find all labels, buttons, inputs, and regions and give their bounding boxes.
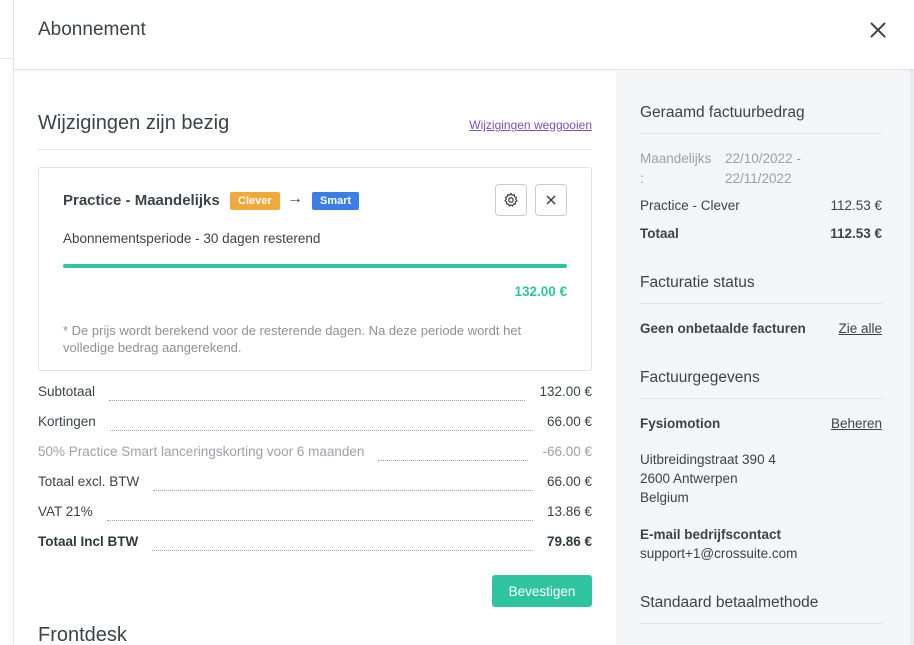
totals-row: Kortingen 66.00 € xyxy=(38,414,592,434)
plan-name: Practice - Maandelijks xyxy=(63,192,220,209)
section-title: Wijzigingen zijn bezig xyxy=(38,112,230,134)
totals-label: Totaal Incl BTW xyxy=(38,534,145,549)
billing-status-title: Facturatie status xyxy=(640,274,755,291)
totals-row: VAT 21% 13.86 € xyxy=(38,504,592,524)
billing-sidebar: Geraamd factuurbedrag Maandelijks : 22/1… xyxy=(616,70,910,645)
plan-change-card: Practice - Maandelijks Clever → Smart Ab… xyxy=(38,167,592,371)
leader-dots xyxy=(152,550,533,551)
address-line: Uitbreidingstraat 390 4 xyxy=(640,452,776,467)
leader-dots xyxy=(107,520,533,521)
background-page xyxy=(0,0,14,645)
period-label: Maandelijks xyxy=(640,151,712,166)
status-text: Geen onbetaalde facturen xyxy=(640,321,806,336)
line-value: 112.53 € xyxy=(830,198,882,213)
totals-row: Totaal Incl BTW 79.86 € xyxy=(38,534,592,554)
totals-row: Subtotaal 132.00 € xyxy=(38,384,592,404)
leader-dots xyxy=(153,490,533,491)
leader-dots xyxy=(109,400,525,401)
divider xyxy=(640,303,882,304)
period-start: 22/10/2022 - xyxy=(725,151,801,166)
divider xyxy=(640,133,882,134)
settings-button[interactable] xyxy=(495,184,527,216)
modal-title: Abonnement xyxy=(38,19,146,40)
plan-amount: 132.00 € xyxy=(514,284,567,299)
totals-label: 50% Practice Smart lanceringskorting voo… xyxy=(38,444,371,459)
confirm-button[interactable]: Bevestigen xyxy=(492,575,592,607)
divider xyxy=(38,149,592,150)
manage-link[interactable]: Beheren xyxy=(831,416,882,431)
totals-label: Totaal excl. BTW xyxy=(38,474,146,489)
subscription-period: Abonnementsperiode - 30 dagen resterend xyxy=(63,231,321,246)
company-name: Fysiomotion xyxy=(640,416,721,431)
totals-value: 13.86 € xyxy=(540,504,592,519)
address-line: Belgium xyxy=(640,490,689,505)
address-line: 2600 Antwerpen xyxy=(640,471,738,486)
old-plan-badge: Clever xyxy=(230,192,280,210)
billing-details-title: Factuurgegevens xyxy=(640,369,760,386)
payment-method-title: Standaard betaalmethode xyxy=(640,594,819,611)
totals-label: Kortingen xyxy=(38,414,102,429)
totals-label: Subtotaal xyxy=(38,384,102,399)
period-colon: : xyxy=(640,171,644,186)
totals-label: VAT 21% xyxy=(38,504,99,519)
arrow-right-icon: → xyxy=(287,190,303,207)
period-end: 22/11/2022 xyxy=(725,171,792,186)
divider xyxy=(640,398,882,399)
totals-value: 79.86 € xyxy=(540,534,592,549)
remove-change-button[interactable] xyxy=(535,184,567,216)
totals-value: -66.00 € xyxy=(536,444,592,459)
discard-changes-link[interactable]: Wijzigingen weggooien xyxy=(469,118,592,132)
period-progress-fill xyxy=(63,264,567,268)
gear-icon xyxy=(504,192,518,207)
total-value: 112.53 € xyxy=(830,226,882,241)
totals-value: 132.00 € xyxy=(533,384,592,399)
contact-email: support+1@crossuite.com xyxy=(640,546,798,561)
period-progress xyxy=(63,264,567,268)
close-icon[interactable] xyxy=(866,18,890,42)
divider xyxy=(640,623,882,624)
modal-header: Abonnement xyxy=(14,0,914,70)
see-all-link[interactable]: Zie alle xyxy=(838,321,882,336)
email-label: E-mail bedrijfscontact xyxy=(640,527,782,542)
x-icon xyxy=(546,195,556,205)
estimate-title: Geraamd factuurbedrag xyxy=(640,104,805,121)
subscription-modal: Abonnement Wijzigingen zijn bezig Wijzig… xyxy=(14,0,914,645)
leader-dots xyxy=(110,430,533,431)
leader-dots xyxy=(378,460,528,461)
totals-value: 66.00 € xyxy=(540,414,592,429)
totals-value: 66.00 € xyxy=(540,474,592,489)
totals-row: 50% Practice Smart lanceringskorting voo… xyxy=(38,444,592,464)
line-label: Practice - Clever xyxy=(640,198,740,213)
changes-panel: Wijzigingen zijn bezig Wijzigingen weggo… xyxy=(14,70,616,645)
background-scroll-edge xyxy=(910,70,914,645)
price-note: * De prijs wordt berekend voor de rester… xyxy=(63,323,522,355)
totals-row: Totaal excl. BTW 66.00 € xyxy=(38,474,592,494)
total-label: Totaal xyxy=(640,226,679,241)
frontdesk-section-title: Frontdesk xyxy=(38,624,127,645)
new-plan-badge: Smart xyxy=(312,192,360,210)
